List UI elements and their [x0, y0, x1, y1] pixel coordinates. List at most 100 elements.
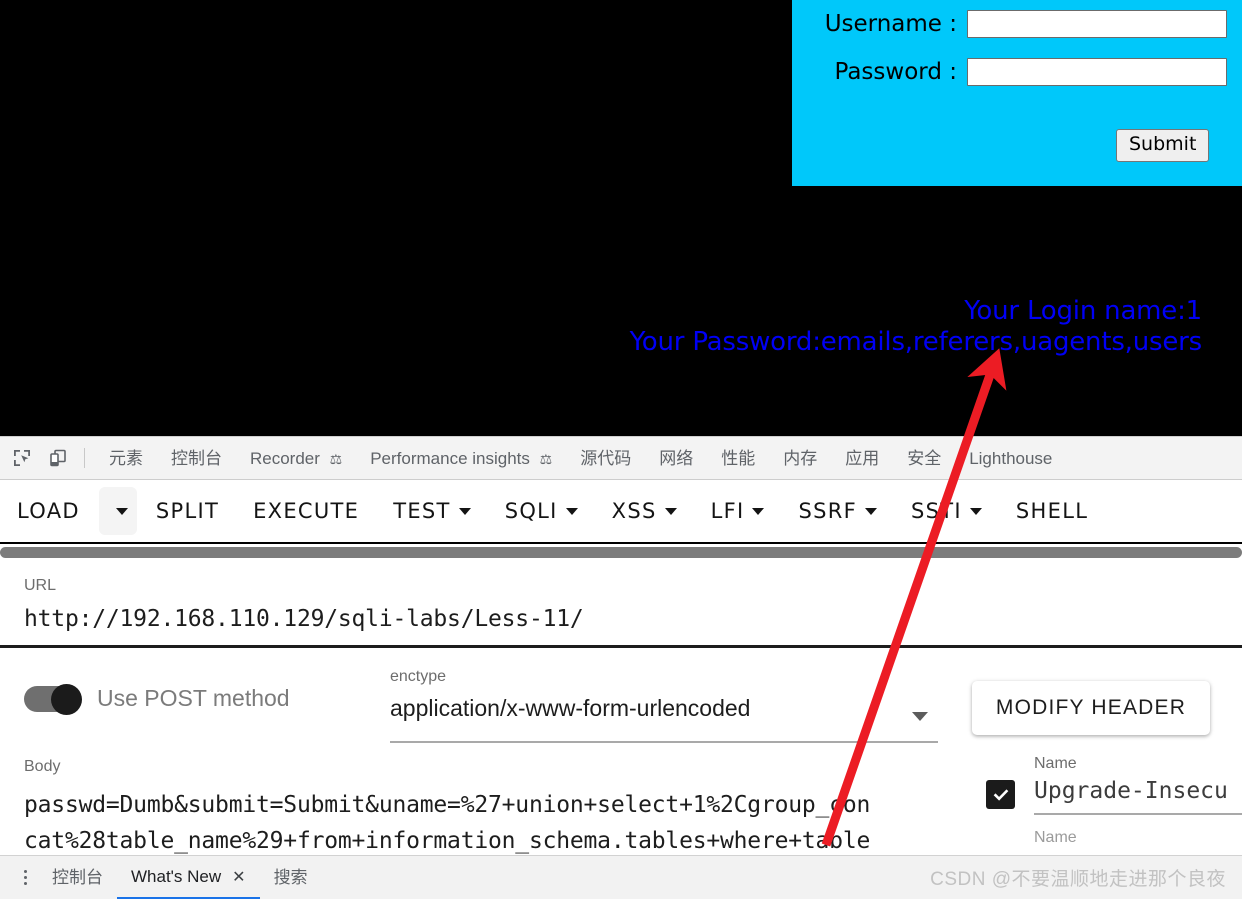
tab-console[interactable]: 控制台 — [157, 437, 236, 479]
hackbar-lfi[interactable]: LFI — [694, 499, 782, 523]
use-post-method-label: Use POST method — [97, 685, 290, 711]
header-name-underline — [1034, 813, 1242, 815]
login-name-line: Your Login name:1 — [964, 296, 1202, 326]
devtools-tab-bar: 元素 控制台 Recorder ⚖ Performance insights ⚖… — [0, 436, 1242, 480]
drawer-tab-search[interactable]: 搜索 — [260, 856, 322, 899]
hackbar-load-label: LOAD — [17, 499, 80, 523]
tab-performance-insights[interactable]: Performance insights ⚖ — [356, 437, 566, 479]
chevron-down-icon — [865, 507, 878, 515]
flask-icon: ⚖ — [539, 450, 553, 467]
hackbar-xss-label: XSS — [611, 499, 657, 523]
header-name-input[interactable]: Upgrade-Insecu — [1034, 778, 1228, 804]
password-input[interactable] — [967, 58, 1227, 86]
toolbar-divider — [84, 448, 85, 468]
header-name-label: Name — [1034, 755, 1077, 772]
chevron-down-icon[interactable] — [912, 712, 928, 721]
body-label: Body — [24, 758, 61, 775]
flask-icon: ⚖ — [329, 450, 343, 467]
tab-network-label: 网络 — [659, 448, 694, 468]
drawer-tab-search-label: 搜索 — [273, 867, 308, 887]
tab-sources[interactable]: 源代码 — [566, 437, 645, 479]
tab-security[interactable]: 安全 — [893, 437, 955, 479]
hackbar-xss[interactable]: XSS — [595, 499, 694, 523]
hackbar-ssti[interactable]: SSTI — [894, 499, 999, 523]
enctype-select-group[interactable]: enctype application/x-www-form-urlencode… — [390, 668, 938, 743]
tab-performance[interactable]: 性能 — [707, 437, 769, 479]
hackbar-test-label: TEST — [393, 499, 451, 523]
body-line-2: cat%28table_name%29+from+information_sch… — [24, 828, 871, 854]
chevron-down-icon — [969, 507, 982, 515]
hackbar-lfi-label: LFI — [710, 499, 745, 523]
submit-row: Submit — [792, 92, 1242, 162]
tab-security-label: 安全 — [907, 448, 942, 468]
tab-network[interactable]: 网络 — [645, 437, 707, 479]
enctype-underline — [390, 741, 938, 743]
toggle-knob[interactable] — [51, 683, 82, 715]
hackbar-ssti-label: SSTI — [911, 499, 962, 523]
tab-application-label: 应用 — [845, 448, 880, 468]
csdn-watermark: CSDN @不要温顺地走进那个良夜 — [930, 869, 1226, 890]
check-icon — [993, 788, 1008, 801]
hackbar-execute[interactable]: EXECUTE — [236, 499, 376, 523]
modify-header-label: MODIFY HEADER — [995, 696, 1187, 719]
header-name-label-2: Name — [1034, 829, 1077, 846]
hackbar-load-dropdown-button[interactable] — [98, 487, 137, 535]
hackbar-split[interactable]: SPLIT — [139, 499, 236, 523]
drawer-tab-console-label: 控制台 — [52, 867, 103, 887]
tab-lighthouse-label: Lighthouse — [969, 448, 1053, 468]
hackbar-ssrf[interactable]: SSRF — [781, 499, 894, 523]
hackbar-load[interactable]: LOAD — [0, 499, 97, 523]
hackbar-shell[interactable]: SHELL — [999, 499, 1105, 523]
toggle-track[interactable] — [24, 683, 82, 715]
body-line-1: passwd=Dumb&submit=Submit&uname=%27+unio… — [24, 792, 871, 818]
device-toolbar-icon[interactable] — [44, 444, 72, 472]
tab-recorder[interactable]: Recorder ⚖ — [236, 437, 356, 479]
header-enabled-checkbox[interactable] — [986, 780, 1015, 809]
drawer-tab-console[interactable]: 控制台 — [38, 856, 117, 899]
close-icon[interactable]: ✕ — [232, 856, 245, 899]
hackbar-test[interactable]: TEST — [376, 499, 487, 523]
inspect-element-icon[interactable] — [8, 444, 36, 472]
password-label: Password : — [834, 59, 958, 85]
drawer-tab-whats-new-label: What's New — [131, 866, 222, 886]
tab-elements[interactable]: 元素 — [95, 437, 157, 479]
submit-button[interactable]: Submit — [1116, 129, 1210, 162]
modify-header-button[interactable]: MODIFY HEADER — [972, 681, 1210, 735]
tab-memory[interactable]: 内存 — [769, 437, 831, 479]
url-input[interactable]: http://192.168.110.129/sqli-labs/Less-11… — [24, 606, 1242, 632]
use-post-method-toggle[interactable]: Use POST method — [24, 683, 290, 715]
body-textarea[interactable]: passwd=Dumb&submit=Submit&uname=%27+unio… — [24, 787, 954, 855]
username-label: Username : — [824, 11, 957, 37]
more-options-icon[interactable] — [12, 870, 38, 885]
hackbar-shell-label: SHELL — [1015, 499, 1089, 523]
hackbar-toolbar: LOAD SPLIT EXECUTE TEST SQLI XSS LFI SSR… — [0, 480, 1242, 542]
chevron-down-icon — [115, 507, 128, 515]
tab-sources-label: 源代码 — [580, 448, 632, 468]
body-field-group: Body passwd=Dumb&submit=Submit&uname=%27… — [24, 758, 954, 855]
chevron-down-icon — [565, 507, 578, 515]
username-row: Username : — [792, 0, 1242, 46]
hackbar-sqli-label: SQLI — [504, 499, 558, 523]
drawer-tab-whats-new[interactable]: What's New ✕ — [117, 856, 260, 899]
tab-performance-label: 性能 — [721, 448, 756, 468]
username-input[interactable] — [967, 10, 1227, 38]
sqli-output-text: Your Login name:1 Your Password:emails,r… — [0, 296, 1203, 358]
tab-application[interactable]: 应用 — [831, 437, 893, 479]
url-field-group: URL http://192.168.110.129/sqli-labs/Les… — [24, 577, 1242, 632]
chevron-down-icon — [458, 507, 471, 515]
chevron-down-icon — [664, 507, 677, 515]
browser-viewport: Username : Password : Submit Your Login … — [0, 0, 1242, 436]
password-line: Your Password:emails,referers,uagents,us… — [629, 327, 1203, 357]
chevron-down-icon — [752, 507, 765, 515]
url-label: URL — [24, 577, 57, 594]
hackbar-ssrf-label: SSRF — [798, 499, 858, 523]
scrollbar-thumb[interactable] — [0, 547, 1242, 558]
enctype-selected-value[interactable]: application/x-www-form-urlencoded — [390, 695, 938, 722]
password-row: Password : — [792, 46, 1242, 92]
hackbar-sqli[interactable]: SQLI — [488, 499, 595, 523]
tab-elements-label: 元素 — [109, 448, 143, 468]
hackbar-horizontal-scrollbar[interactable] — [0, 544, 1242, 558]
login-form-panel: Username : Password : Submit — [792, 0, 1242, 186]
tab-recorder-label: Recorder — [250, 448, 320, 468]
tab-lighthouse[interactable]: Lighthouse — [955, 437, 1066, 479]
